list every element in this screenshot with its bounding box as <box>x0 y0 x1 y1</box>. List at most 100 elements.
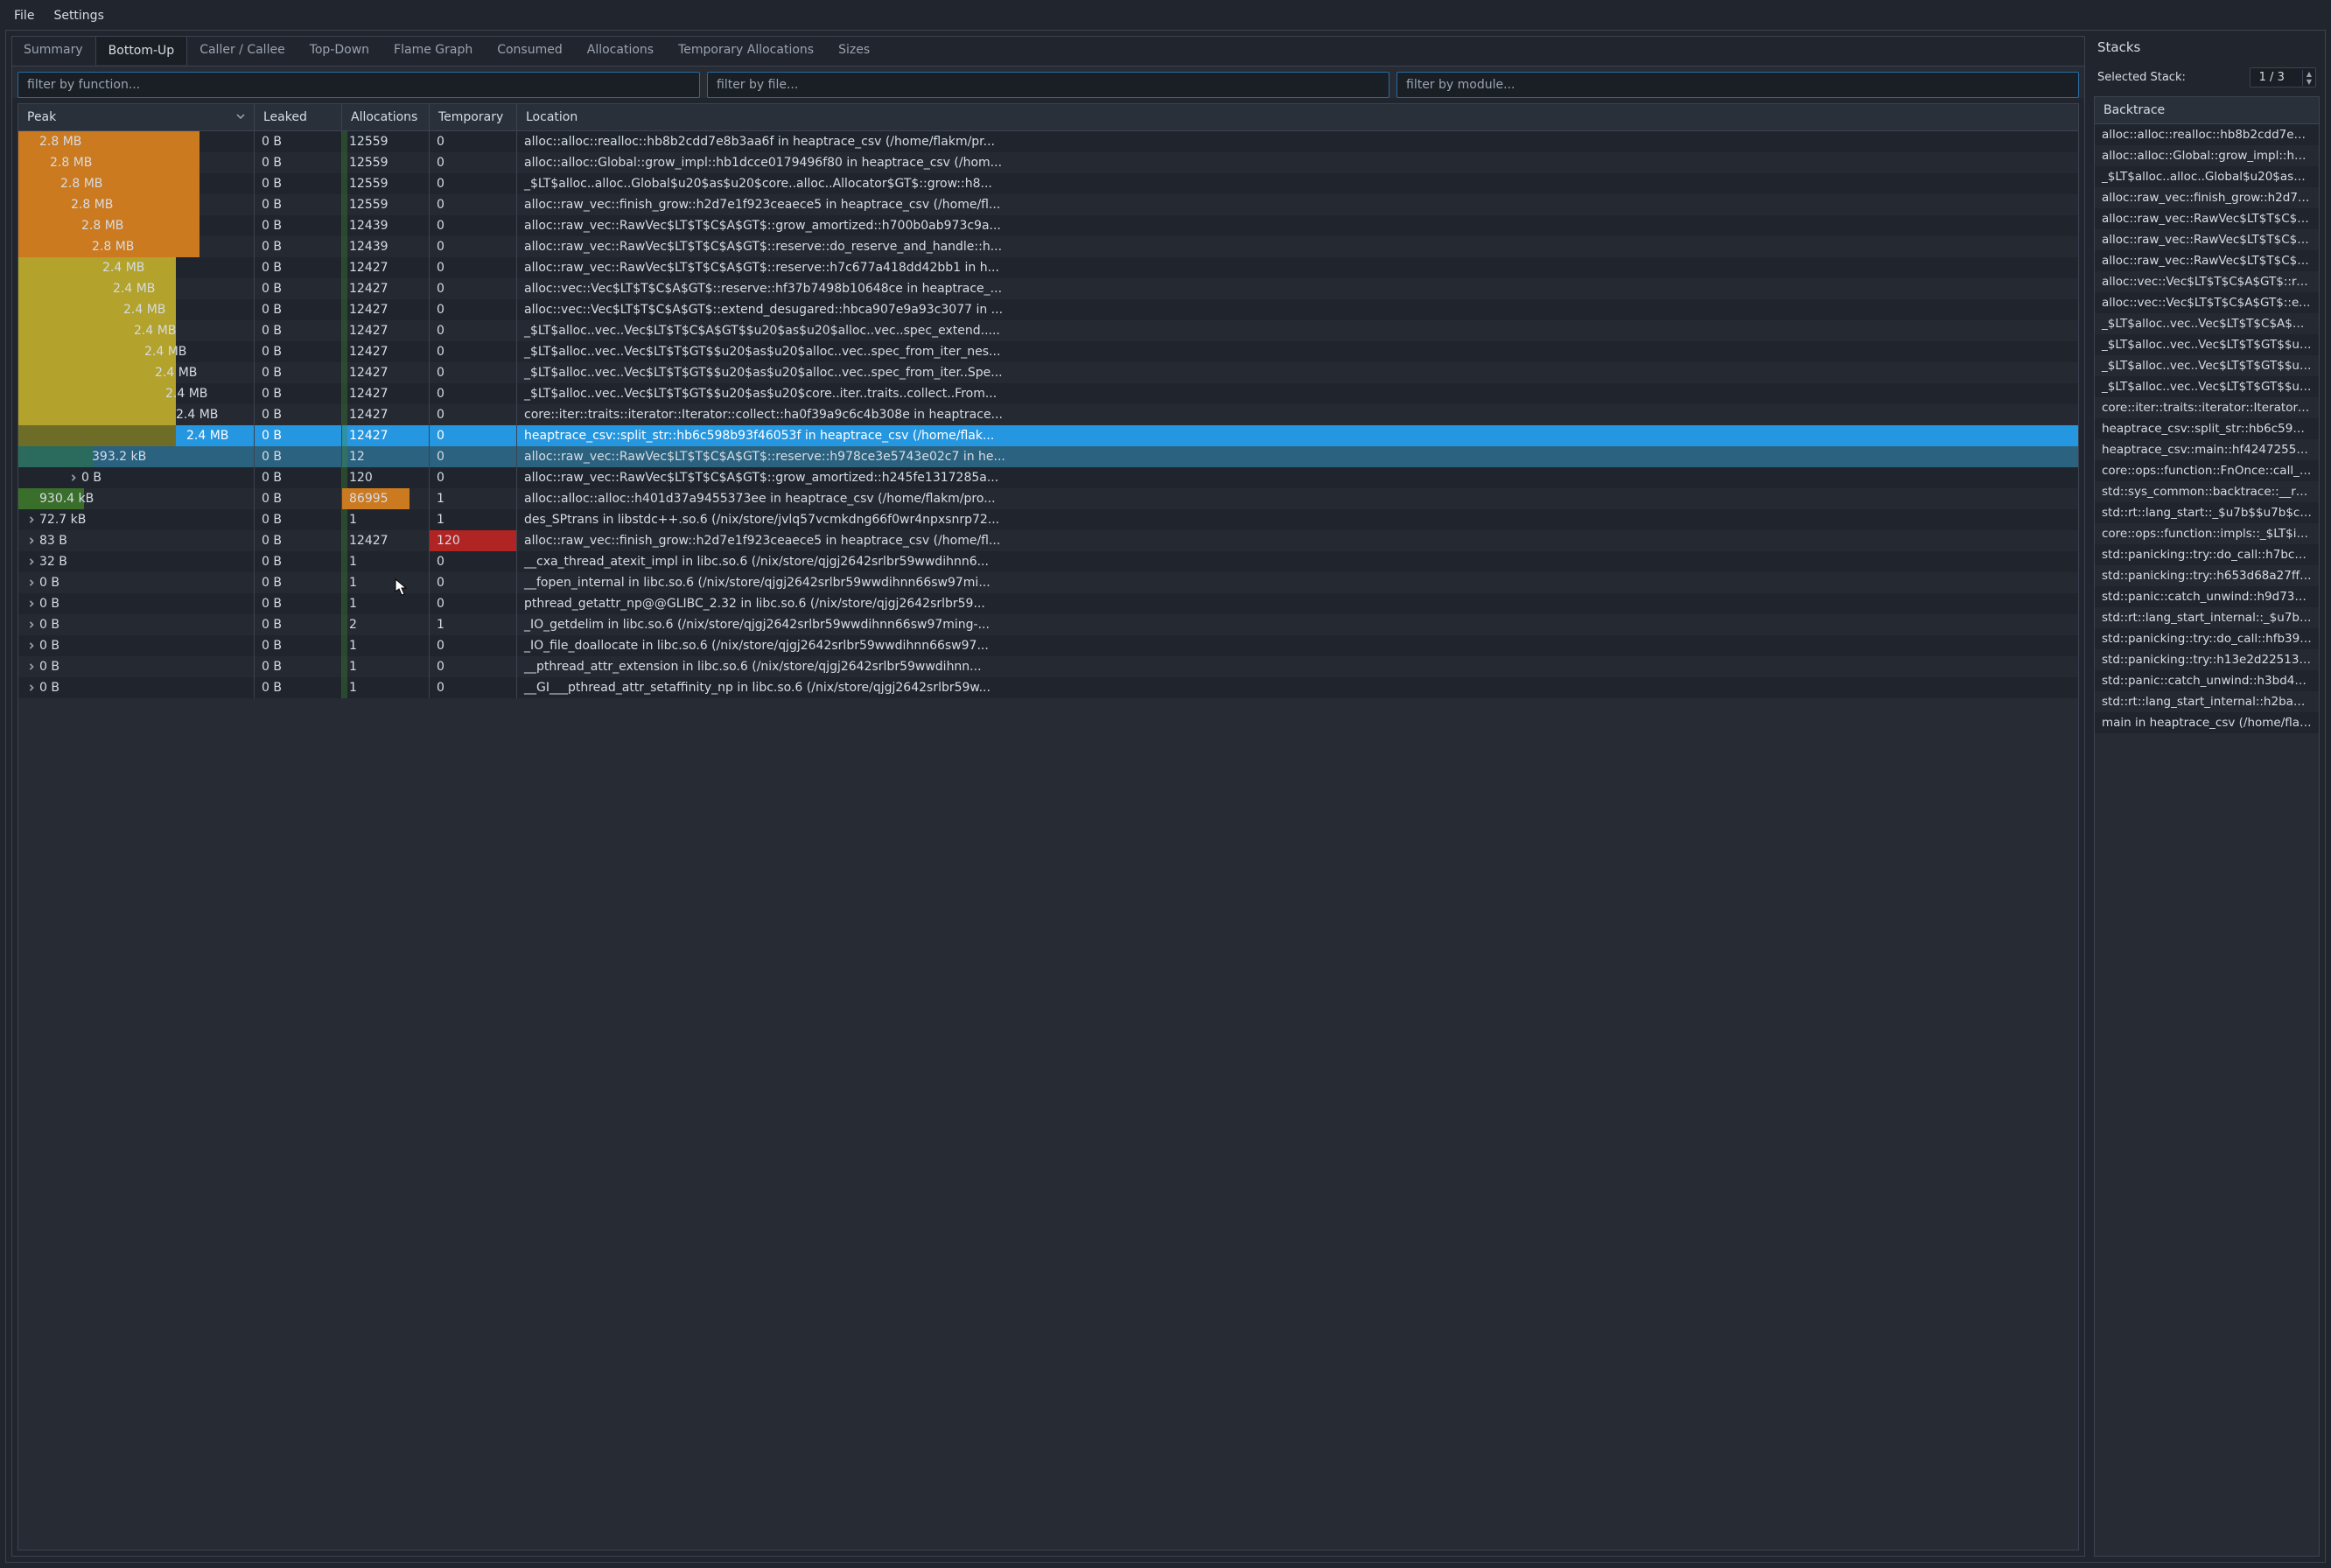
table-row[interactable]: 2.4 MB0 B124270_$LT$alloc..vec..Vec$LT$T… <box>18 362 2078 383</box>
chevron-right-icon[interactable] <box>25 516 38 523</box>
backtrace-item[interactable]: core::ops::function::impls::_$LT$impl$..… <box>2095 523 2319 544</box>
table-row[interactable]: 0 B0 B10_IO_file_doallocate in libc.so.6… <box>18 635 2078 656</box>
menu-settings[interactable]: Settings <box>53 9 103 23</box>
tab-consumed[interactable]: Consumed <box>485 36 575 66</box>
table-row[interactable]: 2.8 MB0 B125590alloc::alloc::realloc::hb… <box>18 131 2078 152</box>
backtrace-item[interactable]: heaptrace_csv::main::hf4247255e2791... <box>2095 439 2319 460</box>
tab-top-down[interactable]: Top-Down <box>298 36 382 66</box>
table-row[interactable]: 0 B0 B10__fopen_internal in libc.so.6 (/… <box>18 572 2078 593</box>
backtrace-item[interactable]: _$LT$alloc..vec..Vec$LT$T$C$A$GT$$u... <box>2095 313 2319 334</box>
temporary-value: 0 <box>437 555 444 569</box>
table-row[interactable]: 83 B0 B12427120alloc::raw_vec::finish_gr… <box>18 530 2078 551</box>
table-row[interactable]: 72.7 kB0 B11des_SPtrans in libstdc++.so.… <box>18 509 2078 530</box>
location-value: _$LT$alloc..vec..Vec$LT$T$C$A$GT$$u20$as… <box>517 320 2078 341</box>
table-row[interactable]: 2.8 MB0 B125590alloc::raw_vec::finish_gr… <box>18 194 2078 215</box>
backtrace-item[interactable]: std::sys_common::backtrace::__rust_be... <box>2095 481 2319 502</box>
backtrace-item[interactable]: std::panicking::try::do_call::h7bc9dc43.… <box>2095 544 2319 565</box>
tab-temporary-allocations[interactable]: Temporary Allocations <box>666 36 826 66</box>
backtrace-item[interactable]: std::rt::lang_start_internal::_$u7b$$u7.… <box>2095 607 2319 628</box>
backtrace-item[interactable]: _$LT$alloc..alloc..Global$u20$as$u20... <box>2095 166 2319 187</box>
backtrace-item[interactable]: _$LT$alloc..vec..Vec$LT$T$GT$$u20$as... <box>2095 355 2319 376</box>
tab-flame-graph[interactable]: Flame Graph <box>382 36 485 66</box>
table-row[interactable]: 0 B0 B10__GI___pthread_attr_setaffinity_… <box>18 677 2078 698</box>
table-row[interactable]: 0 B0 B10pthread_getattr_np@@GLIBC_2.32 i… <box>18 593 2078 614</box>
table-row[interactable]: 2.8 MB0 B124390alloc::raw_vec::RawVec$LT… <box>18 236 2078 257</box>
tab-caller-callee[interactable]: Caller / Callee <box>187 36 297 66</box>
col-peak[interactable]: Peak <box>18 104 255 131</box>
table-row[interactable]: 2.4 MB0 B124270_$LT$alloc..vec..Vec$LT$T… <box>18 320 2078 341</box>
spin-up-icon[interactable]: ▲ <box>2303 70 2315 78</box>
backtrace-item[interactable]: core::iter::traits::iterator::Iterator::… <box>2095 397 2319 418</box>
table-row[interactable]: 2.8 MB0 B125590alloc::alloc::Global::gro… <box>18 152 2078 173</box>
chevron-right-icon[interactable] <box>25 621 38 628</box>
chevron-right-icon[interactable] <box>67 474 80 481</box>
table-row[interactable]: 0 B0 B10__pthread_attr_extension in libc… <box>18 656 2078 677</box>
tab-bottom-up[interactable]: Bottom-Up <box>95 36 188 66</box>
backtrace-item[interactable]: std::rt::lang_start::_$u7b$$u7b$closur..… <box>2095 502 2319 523</box>
table-row[interactable]: 930.4 kB0 B869951alloc::alloc::alloc::h4… <box>18 488 2078 509</box>
backtrace-item[interactable]: std::panicking::try::h13e2d225134958a... <box>2095 649 2319 670</box>
table-row[interactable]: 2.4 MB0 B124270alloc::raw_vec::RawVec$LT… <box>18 257 2078 278</box>
table-row[interactable]: 2.4 MB0 B124270alloc::vec::Vec$LT$T$C$A$… <box>18 299 2078 320</box>
filter-module-input[interactable] <box>1396 72 2079 98</box>
col-allocations[interactable]: Allocations <box>342 104 430 131</box>
filter-function-input[interactable] <box>18 72 700 98</box>
table-header: Peak Leaked Allocations Temporary Locati… <box>18 104 2078 131</box>
backtrace-item[interactable]: alloc::raw_vec::RawVec$LT$T$C$A$GT... <box>2095 208 2319 229</box>
temporary-value: 0 <box>437 219 444 233</box>
table-row[interactable]: 2.8 MB0 B125590_$LT$alloc..alloc..Global… <box>18 173 2078 194</box>
backtrace-item[interactable]: _$LT$alloc..vec..Vec$LT$T$GT$$u20$as... <box>2095 376 2319 397</box>
table-row[interactable]: 32 B0 B10__cxa_thread_atexit_impl in lib… <box>18 551 2078 572</box>
chevron-right-icon[interactable] <box>25 537 38 544</box>
tab-allocations[interactable]: Allocations <box>575 36 666 66</box>
leaked-value: 0 B <box>255 173 342 194</box>
backtrace-item[interactable]: std::panicking::try::h653d68a27ff5f175..… <box>2095 565 2319 586</box>
backtrace-item[interactable]: alloc::vec::Vec$LT$T$C$A$GT$::extend... <box>2095 292 2319 313</box>
menu-file[interactable]: File <box>14 9 34 23</box>
table-row[interactable]: 393.2 kB0 B120alloc::raw_vec::RawVec$LT$… <box>18 446 2078 467</box>
table-row[interactable]: 2.4 MB0 B124270alloc::vec::Vec$LT$T$C$A$… <box>18 278 2078 299</box>
backtrace-item[interactable]: alloc::raw_vec::finish_grow::h2d7e1f92..… <box>2095 187 2319 208</box>
backtrace-item[interactable]: std::panic::catch_unwind::h9d739f9f59... <box>2095 586 2319 607</box>
temporary-value: 1 <box>437 492 444 506</box>
filter-file-input[interactable] <box>707 72 1390 98</box>
tab-sizes[interactable]: Sizes <box>826 36 882 66</box>
location-value: heaptrace_csv::split_str::hb6c598b93f460… <box>517 425 2078 446</box>
backtrace-item[interactable]: alloc::raw_vec::RawVec$LT$T$C$A$GT... <box>2095 250 2319 271</box>
backtrace-item[interactable]: std::panic::catch_unwind::h3bd49b5a5... <box>2095 670 2319 691</box>
chevron-right-icon[interactable] <box>25 642 38 649</box>
spin-buttons[interactable]: ▲ ▼ <box>2302 70 2315 86</box>
table-row[interactable]: 2.4 MB0 B124270core::iter::traits::itera… <box>18 404 2078 425</box>
col-leaked[interactable]: Leaked <box>255 104 342 131</box>
selected-stack-spinbox[interactable]: 1 / 3 ▲ ▼ <box>2250 67 2316 88</box>
col-temporary[interactable]: Temporary <box>430 104 517 131</box>
tab-summary[interactable]: Summary <box>11 36 95 66</box>
spin-down-icon[interactable]: ▼ <box>2303 78 2315 86</box>
chevron-right-icon[interactable] <box>25 600 38 607</box>
backtrace-item[interactable]: alloc::raw_vec::RawVec$LT$T$C$A$GT... <box>2095 229 2319 250</box>
table-row[interactable]: 2.4 MB0 B124270heaptrace_csv::split_str:… <box>18 425 2078 446</box>
chevron-right-icon[interactable] <box>25 684 38 691</box>
allocations-value: 1 <box>349 576 357 590</box>
backtrace-item[interactable]: main in heaptrace_csv (/home/flakm/p... <box>2095 712 2319 733</box>
chevron-right-icon[interactable] <box>25 663 38 670</box>
backtrace-item[interactable]: alloc::vec::Vec$LT$T$C$A$GT$::reserve... <box>2095 271 2319 292</box>
table-row[interactable]: 2.4 MB0 B124270_$LT$alloc..vec..Vec$LT$T… <box>18 341 2078 362</box>
table-row[interactable]: 2.8 MB0 B124390alloc::raw_vec::RawVec$LT… <box>18 215 2078 236</box>
allocations-value: 12427 <box>349 282 388 296</box>
col-location[interactable]: Location <box>517 104 2078 131</box>
backtrace-item[interactable]: _$LT$alloc..vec..Vec$LT$T$GT$$u20$as... <box>2095 334 2319 355</box>
backtrace-item[interactable]: std::panicking::try::do_call::hfb39d6df6… <box>2095 628 2319 649</box>
chevron-right-icon[interactable] <box>25 558 38 565</box>
backtrace-item[interactable]: alloc::alloc::realloc::hb8b2cdd7e8b3aa..… <box>2095 124 2319 145</box>
backtrace-item[interactable]: heaptrace_csv::split_str::hb6c598b93f4..… <box>2095 418 2319 439</box>
backtrace-list[interactable]: alloc::alloc::realloc::hb8b2cdd7e8b3aa..… <box>2095 124 2319 1556</box>
backtrace-item[interactable]: core::ops::function::FnOnce::call_once::… <box>2095 460 2319 481</box>
peak-value: 0 B <box>39 681 60 695</box>
table-row[interactable]: 2.4 MB0 B124270_$LT$alloc..vec..Vec$LT$T… <box>18 383 2078 404</box>
table-row[interactable]: 0 B0 B1200alloc::raw_vec::RawVec$LT$T$C$… <box>18 467 2078 488</box>
backtrace-item[interactable]: alloc::alloc::Global::grow_impl::hb1dcc.… <box>2095 145 2319 166</box>
table-row[interactable]: 0 B0 B21_IO_getdelim in libc.so.6 (/nix/… <box>18 614 2078 635</box>
chevron-right-icon[interactable] <box>25 579 38 586</box>
backtrace-item[interactable]: std::rt::lang_start_internal::h2ba92edc.… <box>2095 691 2319 712</box>
